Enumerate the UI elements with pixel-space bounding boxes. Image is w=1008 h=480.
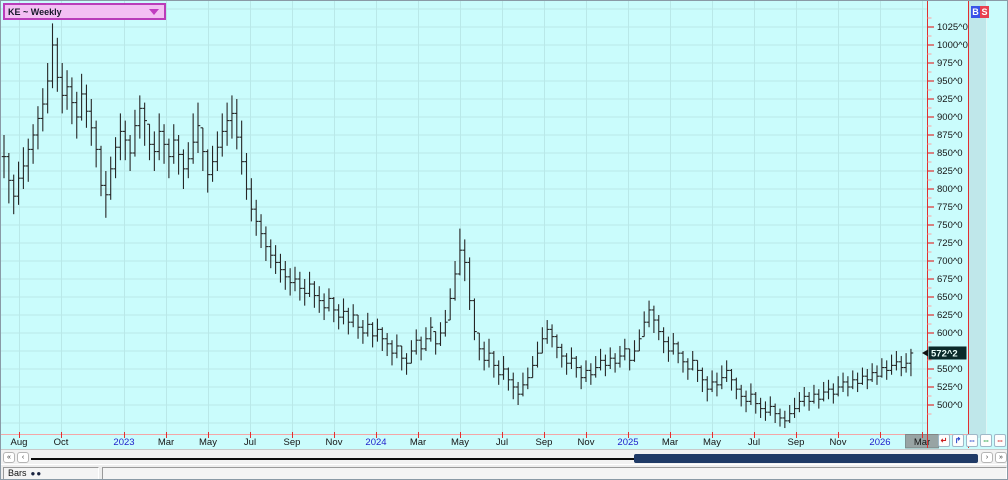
price-tick-label: 1000^0 bbox=[937, 40, 968, 51]
month-tick-label: Nov bbox=[578, 437, 595, 448]
sell-button[interactable]: S bbox=[980, 6, 989, 18]
scroll-far-left-button[interactable]: « bbox=[3, 452, 15, 463]
month-tick-label: Sep bbox=[788, 437, 805, 448]
month-tick-label: Oct bbox=[54, 437, 69, 448]
price-tick-label: 850^0 bbox=[937, 148, 963, 159]
month-tick-label: May bbox=[703, 437, 721, 448]
month-tick-label: Jul bbox=[244, 437, 256, 448]
price-tick-label: 775^0 bbox=[937, 202, 963, 213]
axis-side-band bbox=[969, 1, 987, 438]
price-tick-label: 625^0 bbox=[937, 310, 963, 321]
red-lines-button[interactable]: -- bbox=[994, 434, 1006, 447]
scale-down-arrow-button[interactable]: ↵ bbox=[938, 434, 950, 447]
month-tick-label: Sep bbox=[284, 437, 301, 448]
year-tick-label: 2024 bbox=[365, 437, 386, 448]
year-tick-label: 2025 bbox=[617, 437, 638, 448]
scroll-left-button[interactable]: ‹ bbox=[17, 452, 29, 463]
status-cell-bars: Bars ●● bbox=[3, 467, 99, 480]
right-margin-panel bbox=[969, 1, 1008, 449]
scrollbar-thumb[interactable] bbox=[634, 454, 978, 463]
chart-window: Aug Oct 2023 Mar May Jul Sep Nov 2024 Mar May Jul Se… bbox=[0, 0, 1008, 480]
price-tick-label: 675^0 bbox=[937, 274, 963, 285]
price-tick-label: 500^0 bbox=[937, 400, 963, 411]
current-price-label: 572^2 bbox=[931, 348, 958, 359]
status-bar: Bars ●● bbox=[1, 464, 1008, 480]
month-tick-label: Nov bbox=[830, 437, 847, 448]
month-tick-label: Aug bbox=[11, 437, 28, 448]
symbol-timeframe-dropdown[interactable]: KE ~ Weekly bbox=[3, 3, 166, 20]
status-cell-message bbox=[102, 467, 1007, 480]
chart-scrollbar: «‹ ›» bbox=[1, 449, 1008, 464]
chevron-down-icon bbox=[149, 9, 159, 15]
month-tick-label: May bbox=[451, 437, 469, 448]
price-tick-label: 525^0 bbox=[937, 382, 963, 393]
scale-button-row: ↵↱------ bbox=[938, 434, 1006, 447]
scroll-right-button[interactable]: › bbox=[981, 452, 993, 463]
price-tick-label: 975^0 bbox=[937, 58, 963, 69]
scroll-far-right-button[interactable]: » bbox=[995, 452, 1007, 463]
month-tick-label: Jul bbox=[496, 437, 508, 448]
price-tick-label: 825^0 bbox=[937, 166, 963, 177]
price-tick-label: 925^0 bbox=[937, 94, 963, 105]
price-tick-label: 950^0 bbox=[937, 76, 963, 87]
bars-label: Bars bbox=[8, 468, 27, 478]
price-tick-label: 700^0 bbox=[937, 256, 963, 267]
price-tick-label: 650^0 bbox=[937, 292, 963, 303]
month-tick-label: Jul bbox=[748, 437, 760, 448]
month-tick-label: Mar bbox=[662, 437, 678, 448]
price-tick-label: 800^0 bbox=[937, 184, 963, 195]
year-tick-label: 2026 bbox=[869, 437, 890, 448]
price-tick-label: 900^0 bbox=[937, 112, 963, 123]
price-tick-label: 750^0 bbox=[937, 220, 963, 231]
price-tick-label: 600^0 bbox=[937, 328, 963, 339]
buy-button[interactable]: B bbox=[971, 6, 980, 18]
trade-buttons: B S bbox=[971, 6, 989, 18]
green-lines-button[interactable]: -- bbox=[980, 434, 992, 447]
blue-lines-button[interactable]: -- bbox=[966, 434, 978, 447]
price-tick-label: 875^0 bbox=[937, 130, 963, 141]
symbol-timeframe-label: KE ~ Weekly bbox=[8, 7, 149, 17]
price-tick-label: 550^0 bbox=[937, 364, 963, 375]
price-chart-canvas[interactable]: Aug Oct 2023 Mar May Jul Sep Nov 2024 Mar May Jul Se… bbox=[1, 1, 969, 449]
price-tick-label: 725^0 bbox=[937, 238, 963, 249]
year-tick-label: 2023 bbox=[113, 437, 134, 448]
scale-up-arrow-button[interactable]: ↱ bbox=[952, 434, 964, 447]
month-tick-label: Nov bbox=[326, 437, 343, 448]
price-tick-label: 1025^0 bbox=[937, 22, 968, 33]
month-tick-label: Mar bbox=[410, 437, 426, 448]
month-tick-label: Mar bbox=[158, 437, 174, 448]
month-tick-label: Sep bbox=[536, 437, 553, 448]
connection-dots-icon: ●● bbox=[31, 469, 43, 478]
month-tick-label: May bbox=[199, 437, 217, 448]
